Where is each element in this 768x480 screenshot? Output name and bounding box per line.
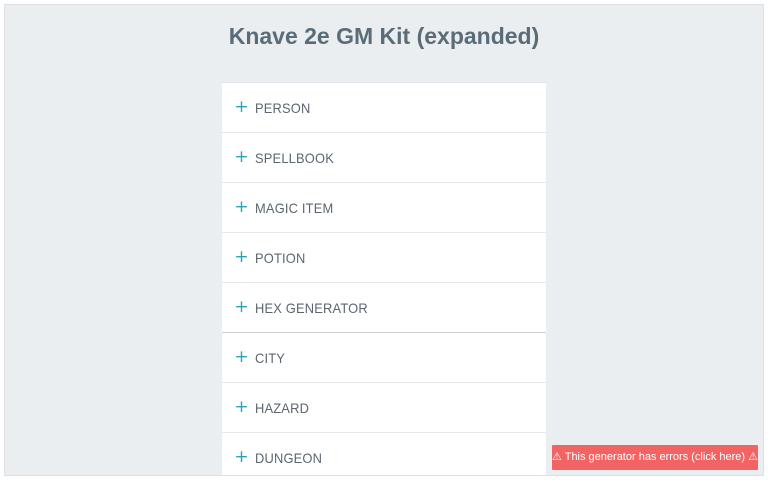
accordion-item-magic-item[interactable]: + MAGIC ITEM (222, 183, 546, 233)
accordion-item-dungeon[interactable]: + DUNGEON (222, 433, 546, 475)
accordion-item-spellbook[interactable]: + SPELLBOOK (222, 133, 546, 183)
accordion-item-person[interactable]: + PERSON (222, 83, 546, 133)
plus-icon: + (234, 347, 249, 367)
generator-accordion: + PERSON + SPELLBOOK + MAGIC ITEM + POTI… (222, 82, 546, 475)
generator-errors-button[interactable]: ⚠ This generator has errors (click here)… (552, 445, 758, 470)
page-frame: Knave 2e GM Kit (expanded) + PERSON + SP… (4, 4, 764, 476)
plus-icon: + (234, 447, 249, 467)
plus-icon: + (234, 197, 249, 217)
accordion-item-hex-generator[interactable]: + HEX GENERATOR (222, 283, 546, 333)
page-title: Knave 2e GM Kit (expanded) (228, 23, 540, 49)
accordion-item-label: HEX GENERATOR (255, 299, 368, 316)
plus-icon: + (234, 247, 249, 267)
accordion-item-label: DUNGEON (255, 449, 323, 466)
accordion-item-city[interactable]: + CITY (222, 333, 546, 383)
accordion-item-potion[interactable]: + POTION (222, 233, 546, 283)
accordion-item-label: MAGIC ITEM (255, 199, 334, 216)
plus-icon: + (234, 397, 249, 417)
plus-icon: + (234, 97, 249, 117)
accordion-item-label: PERSON (255, 99, 311, 116)
accordion-item-label: CITY (255, 349, 286, 366)
plus-icon: + (234, 297, 249, 317)
accordion-item-label: POTION (255, 249, 306, 266)
accordion-item-label: SPELLBOOK (255, 149, 334, 166)
accordion-item-hazard[interactable]: + HAZARD (222, 383, 546, 433)
accordion-item-label: HAZARD (255, 399, 310, 416)
plus-icon: + (234, 147, 249, 167)
